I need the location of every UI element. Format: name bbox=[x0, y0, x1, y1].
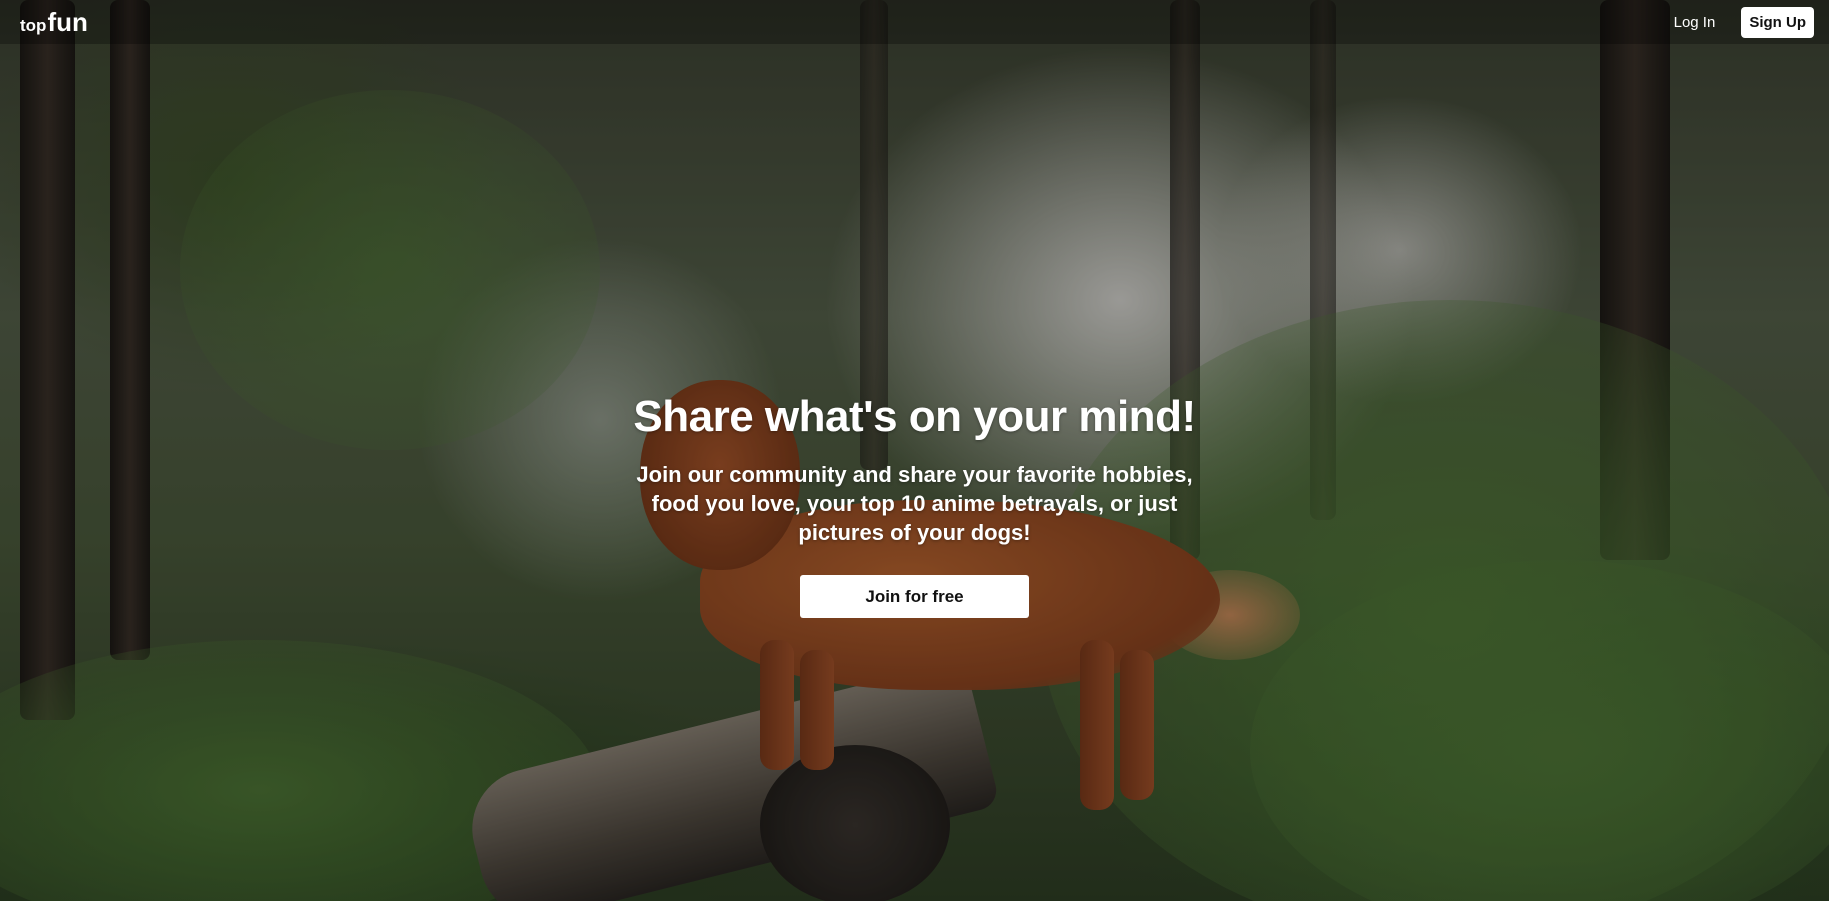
logo-main: fun bbox=[47, 6, 88, 37]
hero-headline: Share what's on your mind! bbox=[633, 392, 1196, 441]
auth-links: Log In Sign Up bbox=[1674, 6, 1814, 38]
join-for-free-button[interactable]: Join for free bbox=[800, 575, 1029, 618]
top-nav-bar: top fun Log In Sign Up bbox=[0, 0, 1829, 44]
login-link[interactable]: Log In bbox=[1674, 14, 1716, 31]
topfun-logo[interactable]: top fun bbox=[20, 7, 88, 38]
hero-subtext: Join our community and share your favori… bbox=[636, 462, 1193, 545]
hero-content: Share what's on your mind! Join our comm… bbox=[0, 392, 1829, 618]
logo-prefix: top bbox=[20, 15, 47, 35]
signup-button[interactable]: Sign Up bbox=[1741, 6, 1814, 38]
hero-section: top fun Log In Sign Up Share what's on y… bbox=[0, 0, 1829, 901]
